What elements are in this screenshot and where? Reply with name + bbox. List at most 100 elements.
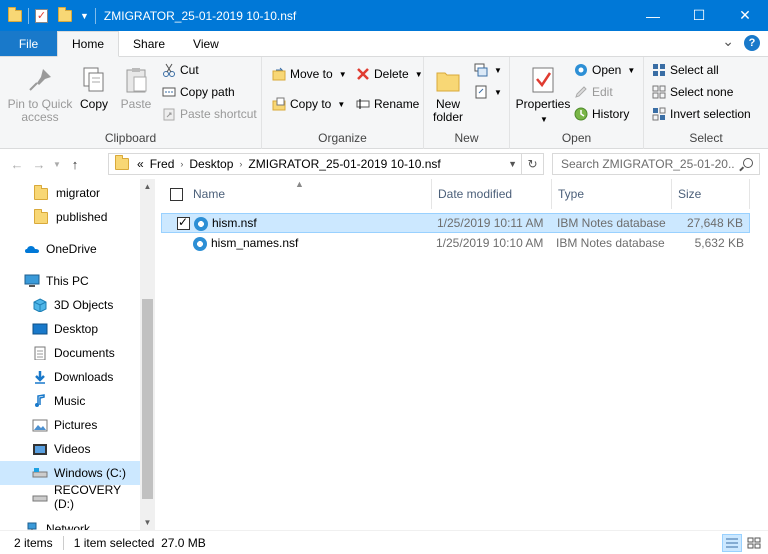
nav-item-network[interactable]: Network [0,517,140,530]
select-all-button[interactable]: Select all [652,63,719,77]
nav-item-downloads[interactable]: Downloads [0,365,140,389]
column-date-modified[interactable]: Date modified [432,179,552,209]
recent-locations-button[interactable]: ▼ [50,160,64,169]
row-checkbox[interactable] [177,215,190,230]
breadcrumb-fred[interactable]: Fred [150,157,175,171]
select-none-button[interactable]: Select none [652,85,733,99]
forward-button[interactable]: → [28,157,50,172]
tab-view[interactable]: View [179,31,233,56]
details-view-button[interactable] [722,534,742,552]
scroll-down-icon[interactable]: ▼ [140,515,155,530]
help-icon[interactable]: ? [744,35,760,51]
new-folder-icon [433,65,463,95]
cut-button[interactable]: Cut [162,63,199,77]
group-label: Select [689,131,723,145]
file-size: 5,632 KB [694,236,744,250]
nav-item-recovery-d[interactable]: RECOVERY (D:) [0,483,140,511]
table-row[interactable]: hism.nsf 1/25/2019 10:11 AM IBM Notes da… [161,213,750,233]
search-input[interactable] [561,157,735,171]
breadcrumb-overflow[interactable]: « [137,157,144,171]
breadcrumb-desktop[interactable]: Desktop [189,157,233,171]
delete-button[interactable]: Delete ▼ [356,67,423,81]
address-bar[interactable]: « Fred › Desktop › ZMIGRATOR_25-01-2019 … [108,153,544,175]
column-size[interactable]: Size [672,179,750,209]
nav-item-music[interactable]: Music [0,389,140,413]
table-row[interactable]: hism_names.nsf 1/25/2019 10:10 AM IBM No… [161,234,750,254]
nav-item-published[interactable]: published [0,205,140,229]
address-row: ← → ▼ ↑ « Fred › Desktop › ZMIGRATOR_25-… [0,149,768,179]
details-view-icon [726,538,738,548]
breadcrumb-current-folder[interactable]: ZMIGRATOR_25-01-2019 10-10.nsf [248,157,440,171]
scrollbar-thumb[interactable] [142,299,153,499]
properties-button[interactable]: Properties ▼ [514,65,572,126]
copy-path-icon [162,85,176,99]
navigation-pane-scrollbar[interactable]: ▲ ▼ [140,179,155,530]
tab-file[interactable]: File [0,31,57,56]
copy-to-icon [272,97,286,111]
quick-access-toolbar: ✓ ▼ [0,6,98,24]
nav-item-windows-c[interactable]: Windows (C:) [0,461,140,485]
customize-qat-icon[interactable]: ▼ [80,11,89,21]
breadcrumb-separator[interactable]: › [180,159,183,169]
refresh-button[interactable]: ↻ [521,154,543,174]
close-button[interactable]: ✕ [722,0,768,31]
easy-access-button[interactable]: ▼ [474,85,502,99]
new-item-button[interactable]: ▼ [474,63,502,77]
group-label: Organize [318,131,367,145]
file-list: ▲ Name Date modified Type Size hism.nsf … [155,179,768,530]
navigation-pane: migrator published OneDrive This PC 3D O… [0,179,140,530]
download-icon [32,370,48,384]
file-type: IBM Notes database [556,236,665,250]
edit-button[interactable]: Edit [574,85,613,99]
open-button[interactable]: Open ▼ [574,63,635,77]
breadcrumb-separator[interactable]: › [239,159,242,169]
expand-ribbon-icon[interactable]: ⌄ [722,34,734,51]
window-title: ZMIGRATOR_25-01-2019 10-10.nsf [103,8,297,23]
paste-shortcut-button[interactable]: Paste shortcut [162,107,257,121]
move-to-icon [272,67,286,81]
properties-qat-icon[interactable]: ✓ [35,8,48,23]
column-name[interactable]: Name [187,179,432,209]
up-button[interactable]: ↑ [64,157,86,172]
nav-item-3d-objects[interactable]: 3D Objects [0,293,140,317]
paste-shortcut-icon [162,107,176,121]
nav-item-desktop[interactable]: Desktop [0,317,140,341]
tab-share[interactable]: Share [119,31,179,56]
nav-item-migrator[interactable]: migrator [0,181,140,205]
copy-button[interactable]: Copy [76,65,112,111]
new-folder-button[interactable]: New folder [428,65,468,124]
minimize-button[interactable]: — [630,0,676,31]
nav-item-pictures[interactable]: Pictures [0,413,140,437]
paste-button[interactable]: Paste [116,65,156,111]
folder-icon [115,155,129,170]
history-button[interactable]: History [574,107,629,121]
document-icon [32,346,48,361]
tab-home[interactable]: Home [57,31,120,57]
scroll-up-icon[interactable]: ▲ [140,179,155,194]
new-folder-qat-icon[interactable] [58,6,72,22]
copy-to-button[interactable]: Copy to ▼ [272,97,345,111]
file-name: hism.nsf [212,216,257,230]
nav-item-documents[interactable]: Documents [0,341,140,365]
nsf-file-icon [193,237,207,251]
rename-button[interactable]: Rename [356,97,419,111]
back-button[interactable]: ← [6,157,28,172]
nav-item-this-pc[interactable]: This PC [0,269,140,293]
copy-path-button[interactable]: Copy path [162,85,235,99]
network-icon [24,522,40,530]
video-icon [32,442,48,456]
pin-quick-access-button[interactable]: Pin to Quick access [6,65,74,124]
group-label: New [454,131,479,145]
maximize-button[interactable]: ☐ [676,0,722,31]
select-all-checkbox[interactable] [170,188,183,201]
search-box[interactable] [552,153,760,175]
nav-item-onedrive[interactable]: OneDrive [0,237,140,261]
address-dropdown-icon[interactable]: ▼ [508,154,517,174]
column-type[interactable]: Type [552,179,672,209]
large-icons-view-button[interactable] [744,534,764,552]
invert-selection-button[interactable]: Invert selection [652,107,751,121]
move-to-button[interactable]: Move to ▼ [272,67,347,81]
nav-item-videos[interactable]: Videos [0,437,140,461]
file-size: 27,648 KB [686,216,743,230]
folder-icon [34,209,50,224]
